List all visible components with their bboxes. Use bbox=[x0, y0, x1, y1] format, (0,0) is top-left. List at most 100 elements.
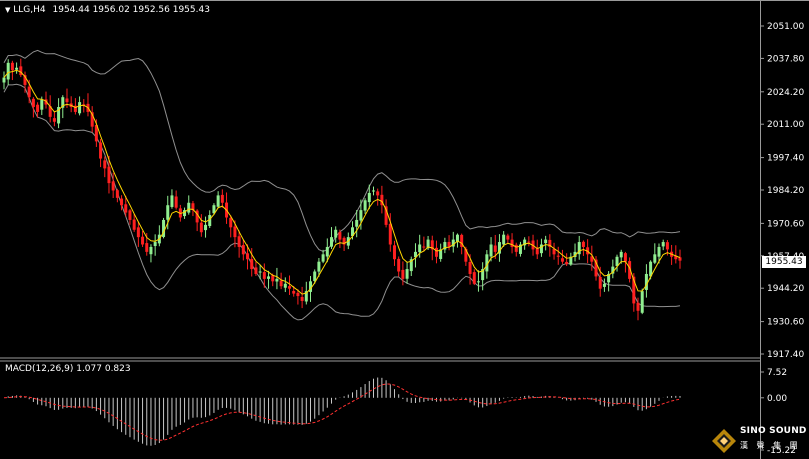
candle bbox=[443, 237, 447, 254]
moving-average bbox=[3, 69, 681, 295]
candle bbox=[405, 261, 409, 284]
candle bbox=[334, 226, 338, 243]
candle bbox=[678, 249, 682, 269]
chart-header: ▼ LLG,H4 1954.44 1956.02 1952.56 1955.43 bbox=[5, 5, 210, 15]
candle bbox=[44, 91, 48, 109]
ohlc-label: 1954.44 1956.02 1952.56 1955.43 bbox=[52, 5, 210, 15]
price-tick-label: 2051.00 bbox=[767, 22, 804, 32]
macd-histogram bbox=[7, 377, 681, 446]
signal-line bbox=[3, 383, 681, 441]
candle bbox=[611, 259, 615, 279]
candle bbox=[527, 236, 531, 247]
candle bbox=[86, 93, 90, 117]
candle bbox=[371, 186, 375, 196]
candle bbox=[451, 231, 455, 253]
candle bbox=[283, 277, 287, 293]
candle bbox=[225, 192, 229, 224]
candle bbox=[57, 98, 61, 129]
candle bbox=[183, 207, 187, 219]
candle bbox=[10, 60, 14, 81]
candle bbox=[204, 216, 208, 238]
candle bbox=[174, 190, 178, 210]
candle bbox=[376, 188, 380, 206]
candle bbox=[191, 200, 195, 217]
price-tick-label: 1917.40 bbox=[767, 350, 804, 360]
candle bbox=[216, 191, 220, 209]
price-tick-label: 1984.20 bbox=[767, 186, 804, 196]
sino-sound-logo: SINO SOUND 漢 聲 集 團 bbox=[708, 424, 808, 458]
dropdown-triangle-icon[interactable]: ▼ bbox=[5, 6, 10, 14]
candle bbox=[447, 235, 451, 251]
candle bbox=[439, 243, 443, 262]
candle bbox=[279, 272, 283, 290]
candle bbox=[535, 239, 539, 260]
candle bbox=[674, 245, 678, 264]
macd-tick-label: 7.52 bbox=[767, 368, 787, 378]
candle bbox=[149, 244, 153, 263]
candle bbox=[99, 138, 103, 168]
bollinger-bands bbox=[3, 49, 681, 321]
logo-emblem-icon bbox=[712, 429, 736, 453]
candle bbox=[644, 264, 648, 298]
candle bbox=[506, 233, 510, 244]
candle bbox=[90, 106, 94, 133]
price-tick-label: 2011.00 bbox=[767, 120, 804, 130]
candle bbox=[136, 221, 140, 247]
candle bbox=[103, 156, 107, 178]
candle bbox=[162, 217, 166, 239]
macd-signal bbox=[3, 383, 681, 441]
candle bbox=[380, 185, 384, 214]
price-tick-label: 1930.60 bbox=[767, 318, 804, 328]
upper-band bbox=[3, 49, 681, 253]
candle bbox=[220, 189, 224, 208]
candle bbox=[640, 288, 644, 315]
candle bbox=[581, 240, 585, 256]
candle bbox=[15, 62, 19, 74]
ma-line bbox=[3, 69, 681, 295]
candle bbox=[254, 261, 258, 276]
price-axis: 2051.00 2037.80 2024.20 2011.00 1997.40 1984.… bbox=[760, 22, 804, 456]
candle bbox=[2, 71, 6, 90]
candle bbox=[661, 239, 665, 251]
candle bbox=[153, 234, 157, 256]
candle bbox=[52, 111, 56, 127]
price-tick-label: 1970.60 bbox=[767, 219, 804, 229]
candle bbox=[565, 253, 569, 267]
candle bbox=[476, 270, 480, 292]
candle bbox=[321, 249, 325, 264]
candle bbox=[48, 95, 52, 123]
symbol-label: LLG,H4 bbox=[13, 5, 46, 15]
price-tick-label: 1997.40 bbox=[767, 154, 804, 164]
macd-label: MACD(12,26,9) 1.077 0.823 bbox=[5, 364, 131, 374]
candle bbox=[518, 241, 522, 257]
candle bbox=[472, 269, 476, 286]
current-price-badge: 1955.43 bbox=[762, 256, 806, 268]
candle bbox=[199, 214, 203, 237]
candle bbox=[422, 236, 426, 252]
candle bbox=[602, 278, 606, 292]
candle bbox=[170, 189, 174, 209]
candle bbox=[514, 242, 518, 257]
candle bbox=[275, 267, 279, 290]
candle bbox=[392, 240, 396, 266]
price-tick-label: 1944.20 bbox=[767, 284, 804, 294]
candle bbox=[330, 227, 334, 249]
candle bbox=[69, 96, 73, 113]
candle bbox=[157, 225, 161, 247]
price-tick-label: 2037.80 bbox=[767, 54, 804, 64]
price-tick-label: 2024.20 bbox=[767, 88, 804, 98]
candle bbox=[434, 240, 438, 264]
candle bbox=[413, 243, 417, 268]
candle bbox=[363, 198, 367, 214]
candle bbox=[241, 239, 245, 261]
logo-text-cn: 漢 聲 集 團 bbox=[740, 441, 801, 450]
price-chart[interactable]: 2051.00 2037.80 2024.20 2011.00 1997.40 1984.… bbox=[0, 0, 809, 459]
candle bbox=[552, 242, 556, 260]
candle bbox=[300, 286, 304, 309]
candle bbox=[560, 249, 564, 264]
logo-text-en: SINO SOUND bbox=[740, 426, 807, 436]
candle bbox=[187, 195, 191, 215]
macd-tick-label: 0.00 bbox=[767, 394, 787, 404]
candle bbox=[397, 256, 401, 277]
candle bbox=[544, 235, 548, 251]
